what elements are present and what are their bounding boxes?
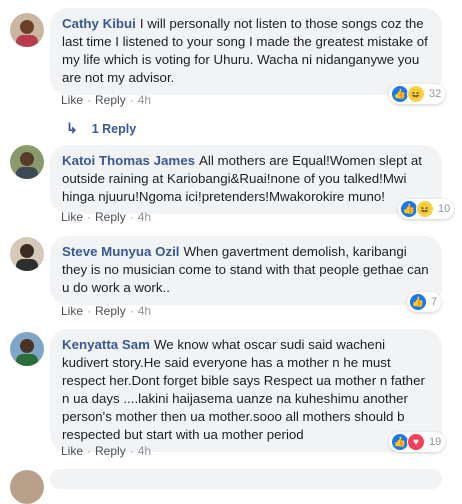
separator: · (87, 210, 92, 224)
avatar[interactable] (10, 145, 44, 179)
reaction-summary[interactable]: 👍 ♥ 19 (389, 432, 446, 452)
comment-bubble: Cathy Kibui I will personally not listen … (50, 8, 442, 95)
comment-bubble: Kenyatta Sam We know what oscar sudi said… (50, 329, 442, 452)
avatar[interactable] (10, 13, 44, 47)
reply-button[interactable]: Reply (95, 444, 126, 458)
love-icon: ♥ (407, 433, 425, 451)
haha-icon: 😆 (416, 200, 434, 218)
reaction-count: 7 (431, 296, 438, 308)
replies-count[interactable]: 1 Reply (92, 122, 136, 136)
comment-text: We know what oscar sudi said wacheni kud… (62, 337, 425, 442)
avatar[interactable] (10, 332, 44, 366)
comment-time[interactable]: 4h (138, 444, 151, 458)
like-button[interactable]: Like (61, 304, 83, 318)
comment-actions: Like · Reply · 4h (61, 93, 151, 107)
comment-author[interactable]: Katoi Thomas James (62, 153, 195, 168)
reaction-summary[interactable]: 👍 😆 10 (398, 199, 455, 219)
reply-button[interactable]: Reply (95, 93, 126, 107)
separator: · (129, 304, 134, 318)
reaction-count: 19 (429, 436, 442, 448)
view-replies-link[interactable]: ↳ 1 Reply (66, 120, 136, 137)
comment-time[interactable]: 4h (138, 93, 151, 107)
reaction-count: 10 (438, 203, 451, 215)
separator: · (129, 444, 134, 458)
comment-author[interactable]: Kenyatta Sam (62, 337, 150, 352)
comment-time[interactable]: 4h (138, 304, 151, 318)
separator: · (129, 93, 134, 107)
like-button[interactable]: Like (61, 93, 83, 107)
comment-bubble (50, 469, 442, 489)
reaction-summary[interactable]: 👍 😆 32 (389, 84, 446, 104)
avatar[interactable] (10, 470, 44, 504)
separator: · (87, 93, 92, 107)
comment-author[interactable]: Steve Munyua Ozil (62, 244, 179, 259)
comment-bubble: Katoi Thomas James All mothers are Equal!… (50, 145, 442, 214)
like-icon: 👍 (409, 293, 427, 311)
separator: · (87, 444, 92, 458)
separator: · (129, 210, 134, 224)
reaction-count: 32 (429, 88, 442, 100)
reply-button[interactable]: Reply (95, 210, 126, 224)
reply-button[interactable]: Reply (95, 304, 126, 318)
like-button[interactable]: Like (61, 444, 83, 458)
comment-bubble: Steve Munyua Ozil When gavertment demolis… (50, 236, 442, 305)
reply-arrow-icon: ↳ (66, 120, 78, 136)
reaction-summary[interactable]: 👍 7 (407, 292, 442, 312)
haha-icon: 😆 (407, 85, 425, 103)
like-button[interactable]: Like (61, 210, 83, 224)
comment-actions: Like · Reply · 4h (61, 444, 151, 458)
comment-author[interactable]: Cathy Kibui (62, 16, 136, 31)
comment-time[interactable]: 4h (138, 210, 151, 224)
avatar[interactable] (10, 237, 44, 271)
comment-actions: Like · Reply · 4h (61, 304, 151, 318)
separator: · (87, 304, 92, 318)
comment-actions: Like · Reply · 4h (61, 210, 151, 224)
